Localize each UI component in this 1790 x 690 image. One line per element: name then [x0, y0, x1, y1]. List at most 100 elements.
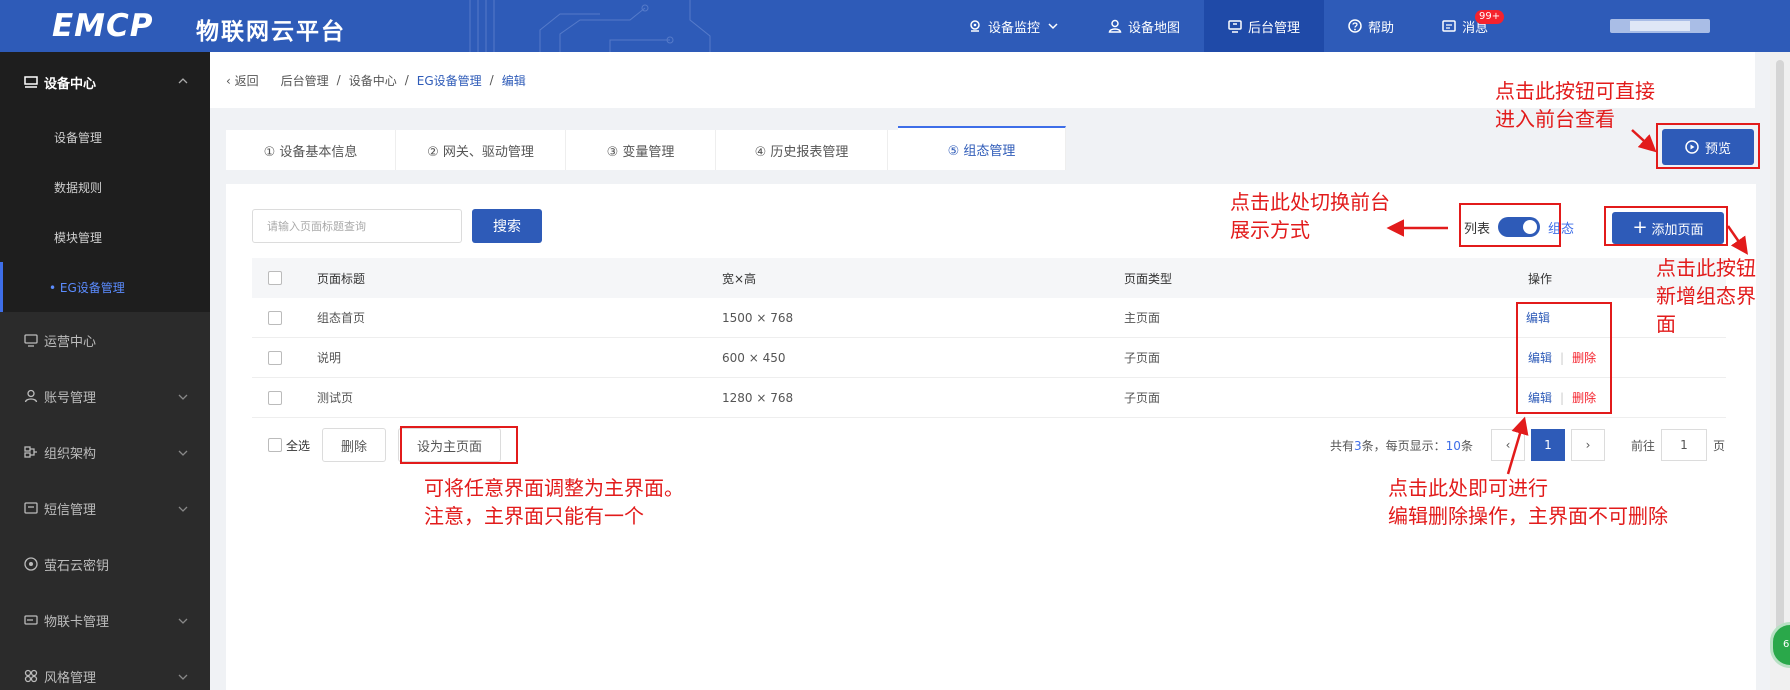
select-all-checkbox-header[interactable]	[268, 271, 282, 285]
total-count: 3	[1354, 438, 1362, 453]
tab-history-report[interactable]: ④ 历史报表管理	[716, 130, 888, 170]
nav-label: 帮助	[1368, 20, 1395, 36]
next-page-button[interactable]: ›	[1570, 429, 1605, 461]
bulk-delete-button[interactable]: 删除	[322, 428, 387, 462]
goto-page-input[interactable]: 1	[1660, 429, 1707, 461]
pages-table: 页面标题 宽×高 页面类型 操作 组态首页 1500 × 768 主页面 编辑 …	[252, 258, 1726, 418]
annotation-box-add	[1604, 206, 1728, 246]
sidebar-item-org-structure[interactable]: 组织架构	[0, 424, 210, 480]
annotation-line: 注意，主界面只能有一个	[424, 504, 644, 528]
circuit-decoration	[469, 0, 711, 52]
sidebar-item-ezviz-key[interactable]: 萤石云密钥	[0, 536, 210, 592]
sidebar: 设备中心 设备管理 数据规则 模块管理 • EG设备管理 运营中心 账号管理 组…	[0, 52, 210, 690]
platform-name: 物联网云平台	[196, 19, 346, 45]
nav-label: 后台管理	[1248, 20, 1301, 36]
sms-icon	[24, 502, 38, 514]
page-number[interactable]: 1	[1530, 429, 1565, 461]
sidebar-item-iot-card[interactable]: 物联卡管理	[0, 592, 210, 648]
sidebar-item-label: 运营中心	[44, 334, 97, 350]
tab-basic-info[interactable]: ① 设备基本信息	[226, 130, 396, 170]
message-icon	[1442, 20, 1456, 32]
select-all[interactable]: 全选	[268, 437, 310, 454]
breadcrumb-separator: /	[336, 73, 341, 87]
chevron-down-icon	[178, 506, 188, 512]
sidebar-sub-data-rules[interactable]: 数据规则	[0, 162, 210, 212]
nav-label: 设备监控	[988, 20, 1041, 36]
page-size[interactable]: 10	[1446, 439, 1461, 453]
back-link[interactable]: ‹ 返回	[226, 72, 259, 89]
nav-backend-management[interactable]: 后台管理	[1204, 0, 1325, 52]
sidebar-item-operation-center[interactable]: 运营中心	[0, 312, 210, 368]
chevron-down-icon	[178, 394, 188, 400]
search-input[interactable]: 请输入页面标题查询	[252, 209, 462, 243]
column-actions: 操作	[1528, 271, 1553, 286]
nav-device-map[interactable]: 设备地图	[1084, 0, 1204, 52]
annotation-box-toggle	[1459, 203, 1561, 247]
nav-device-monitor[interactable]: 设备监控	[944, 0, 1084, 52]
sidebar-item-label: 短信管理	[44, 502, 97, 518]
breadcrumb-item[interactable]: 设备中心	[349, 72, 397, 89]
sidebar-item-label: 账号管理	[44, 390, 97, 406]
card-icon	[24, 615, 38, 625]
prev-page-button[interactable]: ‹	[1490, 429, 1525, 461]
back-label: 返回	[234, 73, 259, 88]
table-header: 页面标题 宽×高 页面类型 操作	[252, 258, 1726, 298]
sidebar-item-sms-management[interactable]: 短信管理	[0, 480, 210, 536]
chevron-up-icon	[178, 78, 188, 84]
monitor-icon	[1228, 20, 1242, 33]
search-button[interactable]: 搜索	[472, 209, 542, 243]
breadcrumb-item[interactable]: EG设备管理	[417, 72, 482, 89]
annotation-line: 面	[1656, 312, 1676, 336]
nav-messages[interactable]: 消息 99+	[1418, 0, 1512, 52]
pagination-summary: 共有3条，每页显示：10条	[1330, 437, 1473, 454]
page-type-cell: 子页面	[1124, 351, 1161, 365]
sidebar-item-label: 物联卡管理	[44, 614, 110, 630]
breadcrumb-item[interactable]: 后台管理	[281, 72, 329, 89]
page-size-cell: 1280 × 768	[722, 390, 794, 405]
sidebar-item-account-management[interactable]: 账号管理	[0, 368, 210, 424]
annotation-line: 进入前台查看	[1495, 107, 1615, 131]
tab-gateway-driver[interactable]: ② 网关、驱动管理	[396, 130, 566, 170]
select-all-checkbox[interactable]	[268, 438, 282, 452]
grid-icon	[24, 669, 38, 683]
tab-variables[interactable]: ③ 变量管理	[566, 130, 716, 170]
annotation-line: 可将任意界面调整为主界面。	[424, 476, 684, 500]
breadcrumb-separator: /	[404, 73, 409, 87]
annotation-line: 新增组态界	[1656, 284, 1756, 308]
breadcrumb-separator: /	[489, 73, 494, 87]
sidebar-item-label: 萤石云密钥	[44, 558, 110, 574]
row-checkbox[interactable]	[268, 350, 282, 365]
top-header: EMCP 物联网云平台 设备监控 设备地图 后台管理 帮助 消息 99+	[0, 0, 1790, 52]
page-type-cell: 主页面	[1124, 311, 1161, 325]
row-checkbox[interactable]	[268, 310, 282, 325]
nav-help[interactable]: 帮助	[1324, 0, 1418, 52]
user-name-blurred	[1630, 21, 1690, 31]
sidebar-sub-eg-device-management[interactable]: • EG设备管理	[0, 262, 210, 312]
user-icon	[24, 389, 38, 403]
sidebar-item-label: 设备中心	[44, 76, 97, 92]
row-checkbox[interactable]	[268, 390, 282, 405]
page-title-cell: 测试页	[317, 391, 354, 405]
scrollbar-thumb[interactable]	[1776, 60, 1784, 660]
annotation-box-actions	[1516, 302, 1612, 414]
nav-label: 设备地图	[1128, 20, 1181, 36]
annotation-line: 点击此按钮	[1656, 256, 1756, 280]
sidebar-item-device-center[interactable]: 设备中心	[0, 52, 210, 112]
sidebar-sub-module-management[interactable]: 模块管理	[0, 212, 210, 262]
goto-label: 前往	[1630, 438, 1655, 453]
emcp-logo[interactable]: EMCP	[52, 8, 154, 44]
annotation-line: 展示方式	[1230, 218, 1310, 242]
annotation-line: 点击此按钮可直接	[1495, 79, 1655, 103]
annotation-line: 点击此处即可进行	[1388, 476, 1548, 500]
annotation-main-note: 可将任意界面调整为主界面。 注意，主界面只能有一个	[424, 474, 684, 530]
breadcrumb-item-current: 编辑	[501, 73, 526, 88]
annotation-line: 编辑删除操作，主界面不可删除	[1388, 504, 1668, 528]
sidebar-item-label: 组织架构	[44, 446, 97, 462]
annotation-box-set-main	[400, 426, 518, 464]
sidebar-sub-device-management[interactable]: 设备管理	[0, 112, 210, 162]
column-type: 页面类型	[1124, 271, 1173, 286]
sidebar-item-style-management[interactable]: 风格管理	[0, 648, 210, 690]
top-nav: 设备监控 设备地图 后台管理 帮助 消息 99+	[944, 0, 1512, 52]
tab-configuration[interactable]: ⑤ 组态管理	[898, 126, 1066, 170]
key-circle-icon	[24, 557, 38, 571]
